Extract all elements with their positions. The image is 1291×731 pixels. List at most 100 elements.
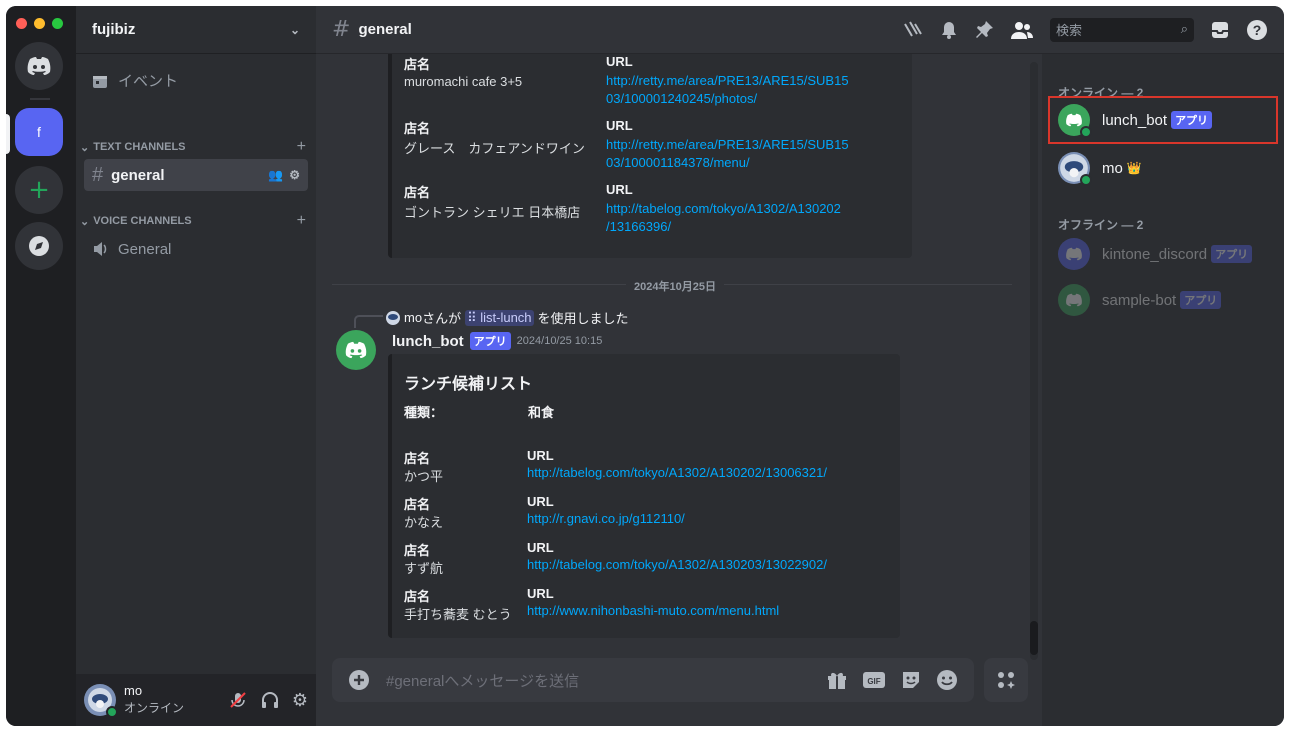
mute-icon[interactable]	[228, 690, 248, 710]
restaurant-link[interactable]: http://tabelog.com/tokyo/A1302/A130202	[606, 200, 841, 218]
user-info[interactable]: mo オンライン	[124, 684, 184, 715]
apps-button[interactable]	[984, 658, 1028, 702]
gear-icon[interactable]: ⚙	[289, 168, 300, 182]
restaurant-link[interactable]: http://tabelog.com/tokyo/A1302/A130203/1…	[527, 556, 827, 574]
headphones-icon[interactable]	[260, 690, 280, 710]
help-icon[interactable]: ?	[1246, 19, 1268, 41]
server-name: fujibiz	[92, 21, 136, 38]
user-name: mo	[124, 683, 143, 699]
discover-button[interactable]	[15, 222, 63, 270]
channel-sidebar: fujibiz ⌄ イベント ⌄ TEXT CHANNELS + # gener…	[76, 6, 316, 726]
search-input[interactable]: 検索 ⌕	[1050, 17, 1194, 42]
text-channels-category[interactable]: ⌄ TEXT CHANNELS +	[80, 138, 306, 156]
restaurant-name: すず航	[404, 561, 444, 576]
field-name-label: 店名	[404, 185, 431, 200]
reply-user: mo	[404, 310, 423, 325]
field-url-label: URL	[527, 586, 554, 601]
app-badge: アプリ	[1211, 245, 1253, 263]
author-name[interactable]: lunch_bot	[392, 333, 464, 350]
zoom-window-button[interactable]	[52, 18, 63, 29]
kind-value: 和食	[528, 405, 555, 420]
member-name: mo	[1102, 159, 1123, 177]
discord-bot-icon	[1066, 247, 1082, 261]
restaurant-name: ゴントラン シェリエ 日本橋店	[404, 205, 581, 220]
command-reply[interactable]: mo さんが ⠿ list-lunch を使用しました	[386, 308, 629, 327]
channel-general[interactable]: # general 👥 ⚙	[84, 159, 308, 191]
restaurant-name: かつ平	[404, 469, 444, 484]
member-sample-bot[interactable]: sample-bot アプリ	[1050, 278, 1276, 322]
restaurant-link[interactable]: 03/100001184378/menu/	[606, 154, 750, 172]
emoji-icon[interactable]	[936, 669, 958, 691]
scrollbar-track[interactable]	[1030, 62, 1038, 660]
avatar	[1058, 238, 1090, 270]
settings-icon[interactable]: ⚙	[292, 690, 308, 711]
minimize-window-button[interactable]	[34, 18, 45, 29]
svg-text:GIF: GIF	[867, 677, 880, 686]
rail-separator	[30, 98, 50, 100]
restaurant-link[interactable]: 03/100001240245/photos/	[606, 90, 757, 108]
add-channel-icon[interactable]: +	[297, 212, 306, 230]
restaurant-name: muromachi cafe 3+5	[404, 74, 523, 89]
restaurant-link[interactable]: http://retty.me/area/PRE13/ARE15/SUB15	[606, 136, 849, 154]
events-item[interactable]: イベント	[92, 70, 178, 91]
user-status: オンライン	[124, 700, 185, 715]
restaurant-link[interactable]: /13166396/	[606, 218, 671, 236]
member-name: lunch_bot	[1102, 111, 1168, 129]
voice-channels-category[interactable]: ⌄ VOICE CHANNELS +	[80, 212, 306, 230]
discover-icon	[29, 236, 49, 256]
command-mention[interactable]: ⠿ list-lunch	[465, 309, 534, 326]
restaurant-link[interactable]: http://tabelog.com/tokyo/A1302/A130202/1…	[527, 464, 827, 482]
member-name: kintone_discord	[1102, 245, 1208, 263]
sticker-icon[interactable]	[900, 669, 922, 691]
channel-label: General	[118, 240, 172, 258]
restaurant-name: グレース カフェアンドワイン	[404, 141, 585, 156]
message-input[interactable]: #generalへメッセージを送信 GIF	[332, 658, 974, 702]
server-rail: f +	[6, 6, 76, 726]
close-window-button[interactable]	[16, 18, 27, 29]
plus-circle-icon[interactable]	[348, 669, 370, 691]
restaurant-name: かなえ	[404, 515, 444, 530]
kind-label: 種類：	[404, 405, 444, 420]
gift-icon[interactable]	[826, 670, 848, 690]
restaurant-link[interactable]: http://r.gnavi.co.jp/g112110/	[527, 510, 685, 528]
pin-icon[interactable]	[974, 20, 994, 40]
search-icon: ⌕	[1180, 22, 1188, 37]
svg-text:?: ?	[1253, 22, 1262, 38]
member-list: オンライン — 2 lunch_bot アプリ mo 👑 オフライン — 2 k…	[1042, 54, 1284, 726]
server-initial: f	[37, 124, 41, 140]
discord-window: f + fujibiz ⌄ イベント ⌄ TEXT CHANNELS + # g…	[6, 6, 1284, 726]
server-fujibiz[interactable]: f	[15, 108, 63, 156]
avatar[interactable]	[336, 330, 376, 370]
members-icon[interactable]	[1010, 20, 1034, 40]
field-url-label: URL	[606, 118, 633, 133]
member-mo[interactable]: mo 👑	[1050, 146, 1276, 190]
member-kintone-discord[interactable]: kintone_discord アプリ	[1050, 232, 1276, 276]
avatar	[1058, 284, 1090, 316]
voice-channel-general[interactable]: General	[84, 233, 308, 265]
crown-icon: 👑	[1126, 161, 1142, 175]
member-lunch-bot[interactable]: lunch_bot アプリ	[1048, 96, 1278, 144]
invite-icon[interactable]: 👥	[268, 168, 283, 182]
gif-icon[interactable]: GIF	[862, 670, 886, 690]
add-channel-icon[interactable]: +	[297, 138, 306, 156]
restaurant-link[interactable]: http://www.nihonbashi-muto.com/menu.html	[527, 602, 779, 620]
category-label: TEXT CHANNELS	[93, 141, 186, 153]
field-name-label: 店名	[404, 497, 431, 512]
chevron-down-icon: ⌄	[80, 141, 90, 154]
avatar[interactable]	[84, 684, 118, 718]
add-server-button[interactable]: +	[15, 166, 63, 214]
field-name-label: 店名	[404, 57, 431, 72]
inbox-icon[interactable]	[1210, 20, 1230, 40]
online-status-dot	[106, 706, 118, 718]
threads-icon[interactable]	[902, 20, 924, 40]
restaurant-link[interactable]: http://retty.me/area/PRE13/ARE15/SUB15	[606, 72, 849, 90]
channel-header: # general 検索 ⌕ ?	[316, 6, 1284, 54]
channel-title: general	[358, 21, 412, 38]
message-timestamp: 2024/10/25 10:15	[516, 335, 603, 347]
scrollbar-thumb[interactable]	[1030, 621, 1038, 655]
bell-icon[interactable]	[940, 20, 958, 40]
embed-title: ランチ候補リスト	[404, 376, 533, 393]
server-header[interactable]: fujibiz ⌄	[76, 6, 316, 54]
home-button[interactable]	[15, 42, 63, 90]
field-url-label: URL	[527, 494, 554, 509]
